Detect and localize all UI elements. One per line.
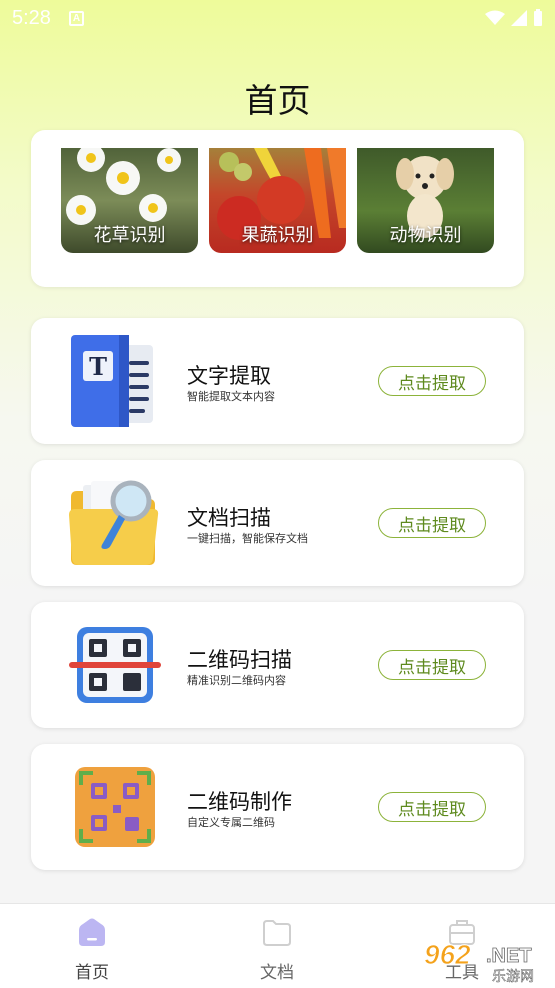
feature-card-doc-scan[interactable]: 文档扫描 一键扫描，智能保存文档 点击提取 [31, 460, 524, 586]
svg-text:T: T [89, 352, 107, 381]
category-label: 动物识别 [389, 225, 462, 246]
signal-icon [511, 10, 527, 26]
feature-subtitle: 智能提取文本内容 [187, 390, 275, 403]
app-notification-icon: A [68, 10, 84, 26]
status-icons [485, 9, 543, 27]
feature-card-qr-scan[interactable]: 二维码扫描 精准识别二维码内容 点击提取 [31, 602, 524, 728]
extract-button[interactable]: 点击提取 [378, 366, 486, 396]
watermark-logo: 962 .NET 乐游网 [424, 939, 535, 985]
feature-card-text-extract[interactable]: T 文字提取 智能提取文本内容 点击提取 [31, 318, 524, 444]
category-flowers[interactable]: 花草识别 [61, 148, 198, 253]
feature-title: 文档扫描 [187, 506, 271, 530]
qr-scan-icon [69, 627, 161, 703]
nav-item-home[interactable]: 首页 [52, 916, 132, 983]
category-animals[interactable]: 动物识别 [357, 148, 494, 253]
feature-subtitle: 自定义专属二维码 [187, 816, 275, 829]
home-icon [79, 918, 105, 946]
status-bar: 5:28 A [0, 0, 555, 36]
extract-button[interactable]: 点击提取 [378, 650, 486, 680]
folder-magnifier-icon [69, 480, 159, 565]
category-label: 花草识别 [93, 225, 166, 246]
status-time: 5:28 [12, 6, 51, 29]
nav-label: 首页 [75, 963, 109, 983]
nav-item-docs[interactable]: 文档 [237, 916, 317, 983]
wifi-icon [485, 10, 505, 25]
page-title: 首页 [244, 81, 311, 120]
category-fruits[interactable]: 果蔬识别 [209, 148, 346, 253]
text-document-icon: T [71, 335, 153, 427]
qr-make-icon [75, 767, 155, 847]
svg-text:.NET: .NET [486, 945, 532, 967]
feature-subtitle: 一键扫描，智能保存文档 [187, 532, 308, 545]
feature-title: 文字提取 [187, 364, 271, 388]
extract-button[interactable]: 点击提取 [378, 508, 486, 538]
feature-title: 二维码制作 [187, 790, 292, 814]
category-label: 果蔬识别 [241, 225, 314, 246]
feature-card-qr-make[interactable]: 二维码制作 自定义专属二维码 点击提取 [31, 744, 524, 870]
svg-text:962: 962 [424, 939, 471, 970]
nav-label: 文档 [260, 963, 294, 983]
feature-title: 二维码扫描 [187, 648, 292, 672]
folder-icon [263, 920, 291, 946]
feature-subtitle: 精准识别二维码内容 [187, 674, 286, 687]
svg-text:乐游网: 乐游网 [492, 969, 534, 984]
category-card: 花草识别 果蔬识别 动物识别 [31, 130, 524, 287]
extract-button[interactable]: 点击提取 [378, 792, 486, 822]
battery-icon [534, 9, 542, 26]
